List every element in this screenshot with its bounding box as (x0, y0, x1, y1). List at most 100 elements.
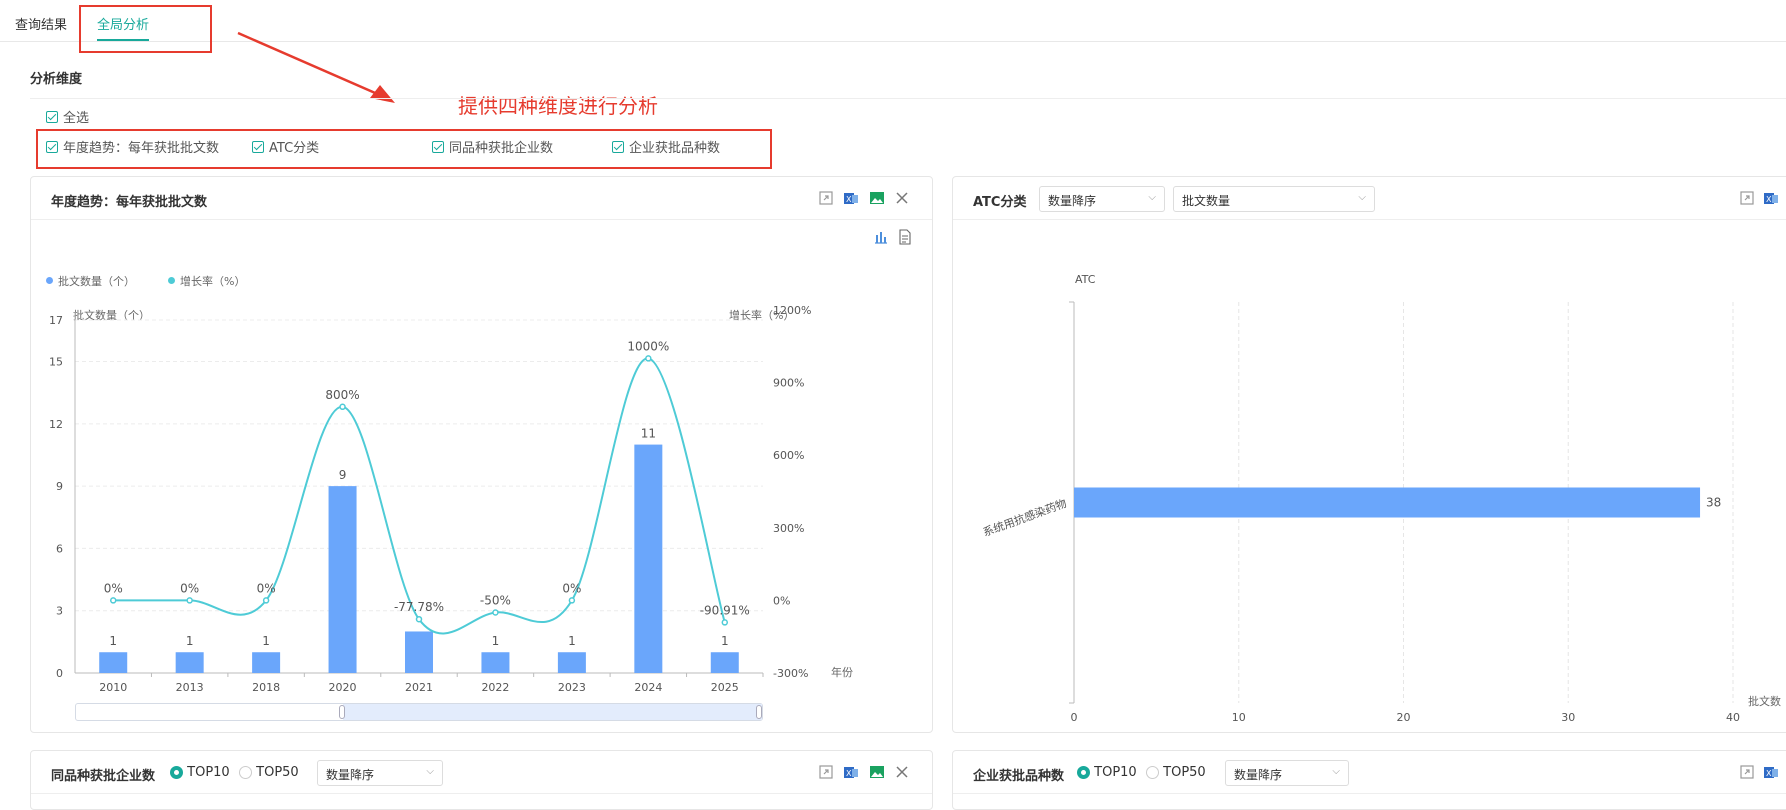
chevron-down-icon: ⌵ (426, 766, 434, 777)
panel-atc: ATC分类 数量降序 ⌵ 批文数量 ⌵ X ATC 批文数 0 10 20 30 40 38 系… (952, 176, 1786, 733)
bar-label: 1 (186, 634, 194, 648)
x-tick-label: 2018 (252, 681, 280, 694)
growth-label: 0% (180, 581, 199, 595)
bar-label: 1 (262, 634, 270, 648)
bar-2010 (99, 652, 128, 673)
dimension-checkbox-enterprise[interactable]: 企业获批品种数 (612, 137, 720, 156)
growth-label: -90.91% (700, 603, 750, 617)
y-tick-label: 12 (49, 418, 63, 431)
panel-enterprise: 企业获批品种数 TOP10 TOP50 数量降序 ⌵ X (952, 750, 1786, 810)
growth-point (109, 597, 117, 604)
dimension-checkbox-atc[interactable]: ATC分类 (252, 137, 319, 156)
panel-same-variety: 同品种获批企业数 TOP10 TOP50 数量降序 ⌵ X (30, 750, 933, 810)
growth-label: -77.78% (394, 600, 444, 614)
growth-point (415, 615, 423, 623)
y-tick-label: 15 (49, 356, 63, 369)
radio-top50[interactable]: TOP50 (1146, 765, 1206, 780)
sort-select[interactable]: 数量降序 ⌵ (317, 760, 443, 786)
growth-point (262, 597, 270, 604)
y-tick-label: 6 (56, 542, 63, 555)
x-tick-label: 2013 (176, 681, 204, 694)
radio-unchecked-icon (239, 766, 252, 779)
panel-yearly-trend: 年度趋势：每年获批批文数 X 批文数量（个） 增长率（%） 批文数量（个） 增长… (30, 176, 933, 733)
bar-2018 (252, 652, 281, 673)
growth-point (186, 597, 193, 604)
growth-point (721, 619, 729, 626)
y2-tick-label: 900% (773, 377, 804, 390)
bar-2013 (175, 652, 204, 673)
select-all-checkbox[interactable]: 全选 (46, 107, 89, 126)
bar-2021 (405, 631, 433, 673)
growth-label: 0% (104, 581, 123, 595)
bar-label: 9 (339, 468, 347, 482)
radio-checked-icon (170, 766, 183, 779)
svg-text:X: X (846, 769, 852, 778)
bar-2024 (634, 444, 663, 673)
bar-label: 1 (492, 634, 500, 648)
bar-label: 1 (721, 634, 729, 648)
y2-tick-label: -300% (773, 667, 808, 680)
bar-label: 1 (109, 634, 117, 648)
yearly-trend-chart: 0 3 6 9 12 15 17 -300% 0% 300% 600% 900% 1200% 1 2010 1… (49, 304, 811, 694)
checkbox-checked-icon (252, 140, 264, 153)
fullscreen-icon[interactable] (818, 764, 834, 780)
y-tick-label: 系统用抗感染药物 (981, 496, 1068, 539)
growth-label: 0% (562, 581, 581, 595)
section-divider (30, 98, 1786, 99)
dimension-checkbox-yearly[interactable]: 年度趋势：每年获批批文数 (46, 137, 219, 156)
x-tick-label: 2025 (711, 681, 739, 694)
tab-query-results[interactable]: 查询结果 (15, 14, 67, 33)
close-icon[interactable] (894, 764, 910, 780)
sort-select[interactable]: 数量降序 ⌵ (1225, 760, 1349, 786)
x-tick-label: 2021 (405, 681, 433, 694)
y2-tick-label: 0% (773, 594, 790, 607)
data-zoom-handle-left[interactable] (339, 705, 345, 719)
radio-top10[interactable]: TOP10 (170, 765, 230, 780)
data-zoom-handle-right[interactable] (756, 705, 762, 719)
fullscreen-icon[interactable] (1739, 764, 1755, 780)
bar-label: 1 (568, 634, 576, 648)
radio-unchecked-icon (1146, 766, 1159, 779)
x-tick-label: 0 (1071, 711, 1078, 724)
dimension-checkbox-same-variety[interactable]: 同品种获批企业数 (432, 137, 553, 156)
y-tick-label: 9 (56, 480, 63, 493)
annotation-box-tab (79, 5, 212, 53)
checkbox-checked-icon (46, 110, 58, 123)
x-tick-label: 2023 (558, 681, 586, 694)
panel-title: 企业获批品种数 (973, 769, 1065, 784)
growth-point (492, 609, 499, 616)
x-tick-label: 2024 (634, 681, 662, 694)
growth-point (645, 355, 652, 362)
radio-top10[interactable]: TOP10 (1077, 765, 1137, 780)
growth-label: 1000% (627, 339, 669, 353)
checkbox-checked-icon (46, 140, 58, 153)
y2-tick-label: 300% (773, 522, 804, 535)
growth-label: 0% (257, 581, 276, 595)
atc-chart: 0 10 20 30 40 38 系统用抗感染药物 (981, 301, 1740, 724)
growth-point (568, 597, 576, 604)
x-tick-label: 30 (1561, 711, 1575, 724)
bar-2020 (328, 486, 357, 673)
excel-export-icon[interactable]: X (1763, 764, 1779, 780)
radio-top50[interactable]: TOP50 (239, 765, 299, 780)
data-zoom-selection[interactable] (343, 704, 762, 720)
bar-2022 (481, 652, 510, 673)
y-tick-label: 0 (56, 667, 63, 680)
excel-export-icon[interactable]: X (843, 764, 859, 780)
data-zoom-slider[interactable] (75, 703, 763, 721)
svg-text:X: X (1766, 769, 1772, 778)
x-tick-label: 40 (1726, 711, 1740, 724)
panel-title: 同品种获批企业数 (51, 769, 156, 784)
chevron-down-icon: ⌵ (1332, 766, 1340, 777)
y-tick-label: 3 (56, 605, 63, 618)
growth-label: 800% (325, 388, 359, 402)
bar-2025 (710, 652, 739, 673)
bar-2023 (557, 652, 586, 673)
image-export-icon[interactable] (869, 764, 885, 780)
annotation-text: 提供四种维度进行分析 (458, 94, 658, 118)
radio-checked-icon (1077, 766, 1090, 779)
bar-label: 11 (641, 427, 656, 441)
growth-point (339, 403, 346, 411)
growth-rate-line (113, 357, 726, 635)
x-tick-label: 10 (1232, 711, 1246, 724)
